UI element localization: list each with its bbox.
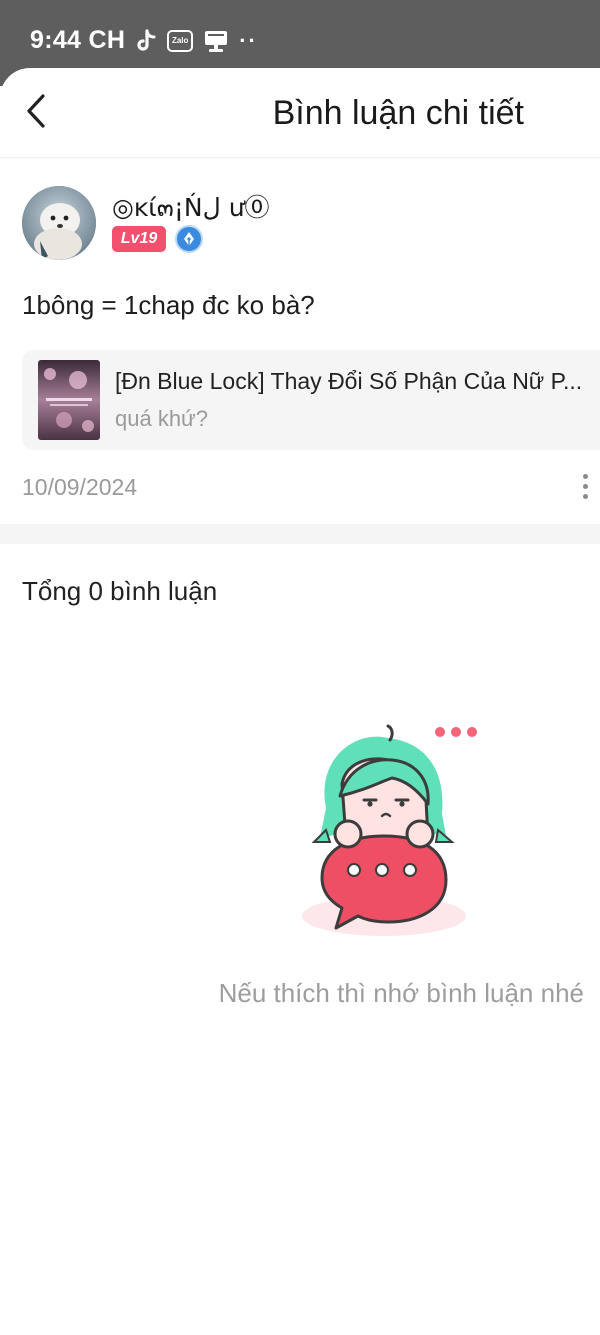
post-card: ◎ĸί๓¡Ńل ư⓪ Lv19 1bông = 1chap đc ko bà? (0, 158, 600, 524)
more-options-button[interactable] (572, 466, 598, 506)
header-bar: Bình luận chi tiết (0, 68, 600, 158)
zalo-icon: Zalo (167, 29, 194, 52)
tiktok-icon (135, 28, 157, 53)
story-link-card[interactable]: [Đn Blue Lock] Thay Đổi Số Phận Của Nữ P… (22, 350, 600, 450)
author-name[interactable]: ◎ĸί๓¡Ńل ư⓪ (112, 188, 270, 228)
zalo-label: Zalo (167, 29, 194, 52)
more-vertical-dot (582, 483, 588, 489)
page-title: Bình luận chi tiết (272, 94, 524, 132)
section-divider (0, 524, 600, 544)
notification-icon (203, 29, 229, 53)
avatar[interactable] (22, 186, 96, 260)
empty-comments-message: Nếu thích thì nhớ bình luận nhé (218, 978, 584, 1008)
more-dots-icon: ·· (239, 27, 258, 53)
status-time: 9:44 CH (30, 26, 126, 54)
more-vertical-icon (582, 473, 588, 479)
post-date: 10/09/2024 (22, 474, 138, 500)
mascot-chat-bubble-illustration (296, 718, 486, 948)
story-title: [Đn Blue Lock] Thay Đổi Số Phận Của Nữ P… (115, 368, 583, 394)
comments-total: Tổng 0 bình luận (22, 576, 218, 606)
pen-nib-badge-icon (175, 225, 203, 253)
level-badge: Lv19 (112, 226, 166, 252)
story-subtitle: quá khứ? (115, 406, 209, 431)
more-vertical-dot (582, 493, 588, 499)
story-cover-image (38, 360, 100, 440)
post-text: 1bông = 1chap đc ko bà? (22, 290, 315, 320)
